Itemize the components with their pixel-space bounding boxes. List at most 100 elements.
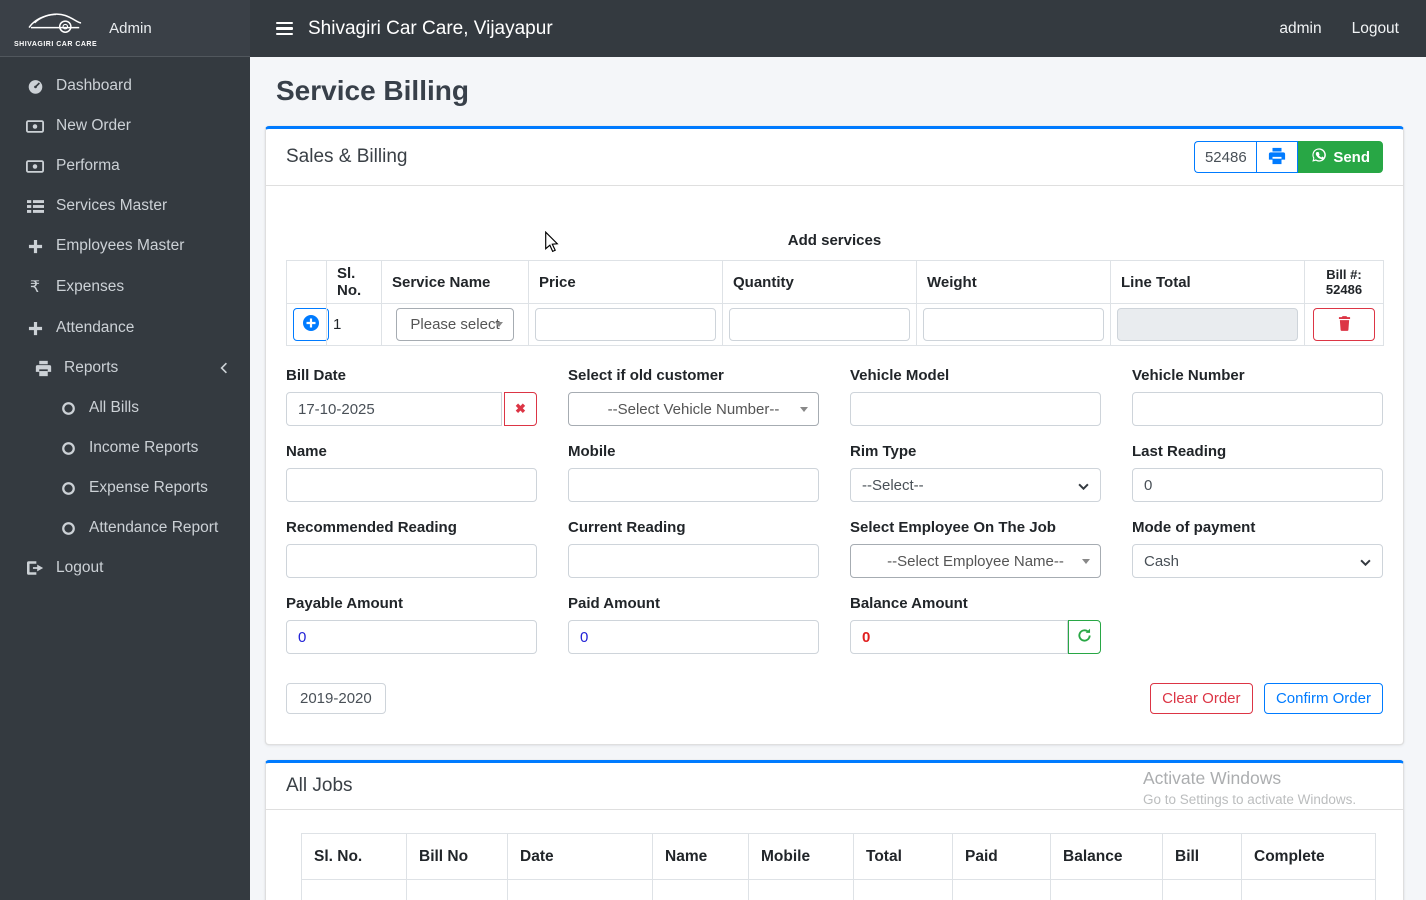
bill-date-input[interactable] <box>286 392 502 426</box>
current-reading-input[interactable] <box>568 544 819 578</box>
sidebar-item-expense-reports[interactable]: Expense Reports <box>0 468 250 508</box>
rim-type-select[interactable]: --Select-- <box>850 468 1101 502</box>
col-total: Total <box>853 833 953 880</box>
sidebar-item-label: Logout <box>56 559 104 576</box>
brand-link[interactable]: SHIVAGIRI CAR CARE Admin <box>0 0 250 57</box>
name-input[interactable] <box>286 468 537 502</box>
sidebar-item-label: All Bills <box>89 399 139 416</box>
tachometer-icon <box>25 78 45 95</box>
car-logo-icon <box>24 9 88 40</box>
sidebar-menu: Dashboard New Order Performa Services Ma… <box>0 57 250 597</box>
mobile-input[interactable] <box>568 468 819 502</box>
line-total-input <box>1117 308 1298 341</box>
sales-billing-card: Sales & Billing Send Add services <box>265 126 1404 745</box>
confirm-order-button[interactable]: Confirm Order <box>1263 683 1383 714</box>
brand-admin-label: Admin <box>109 19 152 37</box>
caret-down-icon <box>495 322 503 327</box>
col-date: Date <box>507 833 653 880</box>
service-name-select[interactable]: Please select <box>396 308 514 341</box>
employee-field: Select Employee On The Job --Select Empl… <box>850 519 1101 578</box>
sidebar-item-new-order[interactable]: New Order <box>0 106 250 146</box>
vehicle-number-select[interactable]: --Select Vehicle Number-- <box>568 392 819 426</box>
last-reading-input[interactable] <box>1132 468 1383 502</box>
recalculate-balance-button[interactable] <box>1068 620 1101 654</box>
sidebar-item-attendance[interactable]: Attendance <box>0 308 250 348</box>
sidebar-item-services-master[interactable]: Services Master <box>0 186 250 226</box>
rim-type-label: Rim Type <box>850 443 917 460</box>
sidebar-item-label: Services Master <box>56 197 168 214</box>
recommended-reading-input[interactable] <box>286 544 537 578</box>
col-paid: Paid <box>952 833 1051 880</box>
weight-input[interactable] <box>923 308 1104 341</box>
employee-label: Select Employee On The Job <box>850 519 1056 536</box>
money-bill-icon <box>25 159 45 173</box>
col-complete: Complete <box>1241 833 1376 880</box>
balance-amount-input[interactable] <box>850 620 1068 654</box>
sidebar-item-reports[interactable]: Reports <box>0 348 250 388</box>
vehicle-model-input[interactable] <box>850 392 1101 426</box>
col-quantity: Quantity <box>722 260 917 304</box>
sidebar-item-label: Employees Master <box>56 237 185 254</box>
add-service-row-button[interactable] <box>293 308 329 341</box>
name-label: Name <box>286 443 327 460</box>
sidebar-item-label: Performa <box>56 157 120 174</box>
price-input[interactable] <box>535 308 716 341</box>
sales-card-body: Add services Sl. No. Service Name Price … <box>266 186 1403 744</box>
spacer-field <box>1132 595 1383 654</box>
top-navbar: Shivagiri Car Care, Vijayapur admin Logo… <box>250 0 1426 57</box>
clear-date-button[interactable]: ✖ <box>504 392 537 426</box>
sidebar-item-employees-master[interactable]: Employees Master <box>0 226 250 266</box>
circle-icon <box>58 401 78 416</box>
sidebar-item-dashboard[interactable]: Dashboard <box>0 66 250 106</box>
sidebar-item-label: Income Reports <box>89 439 199 456</box>
rim-type-field: Rim Type --Select-- <box>850 443 1101 502</box>
col-name: Name <box>652 833 749 880</box>
sidebar-item-performa[interactable]: Performa <box>0 146 250 186</box>
bill-number-input[interactable] <box>1194 141 1257 173</box>
printer-icon <box>33 360 53 377</box>
rim-type-select-value: --Select-- <box>862 476 924 494</box>
print-button[interactable] <box>1256 141 1299 173</box>
clear-order-button[interactable]: Clear Order <box>1150 683 1253 714</box>
employee-select[interactable]: --Select Employee Name-- <box>850 544 1101 578</box>
last-reading-field: Last Reading <box>1132 443 1383 502</box>
add-services-heading: Add services <box>787 232 882 249</box>
vehicle-number-label: Vehicle Number <box>1132 367 1245 384</box>
quantity-input[interactable] <box>729 308 910 341</box>
paid-amount-field: Paid Amount <box>568 595 819 654</box>
sidebar-item-label: Dashboard <box>56 77 132 94</box>
jobs-row-partial <box>301 879 1376 900</box>
sales-card-header: Sales & Billing Send <box>266 129 1403 186</box>
plus-icon <box>25 239 45 254</box>
navbar-user-link[interactable]: admin <box>1279 20 1321 38</box>
page-title: Service Billing <box>276 75 469 106</box>
financial-year-button[interactable]: 2019-2020 <box>286 683 386 714</box>
col-weight: Weight <box>916 260 1111 304</box>
vehicle-number-input[interactable] <box>1132 392 1383 426</box>
order-action-buttons: Clear Order Confirm Order <box>1150 683 1383 714</box>
sign-out-icon <box>25 561 45 575</box>
whatsapp-send-button[interactable]: Send <box>1298 141 1383 173</box>
sidebar-item-label: Attendance Report <box>89 519 219 536</box>
sales-footer-row: 2019-2020 Clear Order Confirm Order <box>286 683 1383 714</box>
sidebar-item-attendance-report[interactable]: Attendance Report <box>0 508 250 548</box>
chevron-left-icon <box>214 362 234 374</box>
trash-icon <box>1338 315 1351 334</box>
sidebar-item-income-reports[interactable]: Income Reports <box>0 428 250 468</box>
sidebar-item-logout[interactable]: Logout <box>0 548 250 588</box>
brand-logo-caption: SHIVAGIRI CAR CARE <box>14 40 98 48</box>
delete-row-button[interactable] <box>1313 308 1375 341</box>
hamburger-icon[interactable] <box>276 21 293 36</box>
payable-amount-input[interactable] <box>286 620 537 654</box>
sidebar: SHIVAGIRI CAR CARE Admin Dashboard New O… <box>0 0 250 900</box>
sidebar-item-all-bills[interactable]: All Bills <box>0 388 250 428</box>
all-jobs-card: All Jobs Sl. No. Bill No Date Name Mobil… <box>265 760 1404 900</box>
plus-icon <box>25 321 45 336</box>
billing-form: Bill Date ✖ Select if old customer --Sel… <box>286 367 1383 671</box>
sales-card-title: Sales & Billing <box>286 146 408 167</box>
navbar-logout-link[interactable]: Logout <box>1352 20 1399 38</box>
service-name-select-value: Please select <box>410 316 500 333</box>
payment-mode-select[interactable]: Cash <box>1132 544 1383 578</box>
sidebar-item-expenses[interactable]: ₹ Expenses <box>0 266 250 308</box>
paid-amount-input[interactable] <box>568 620 819 654</box>
